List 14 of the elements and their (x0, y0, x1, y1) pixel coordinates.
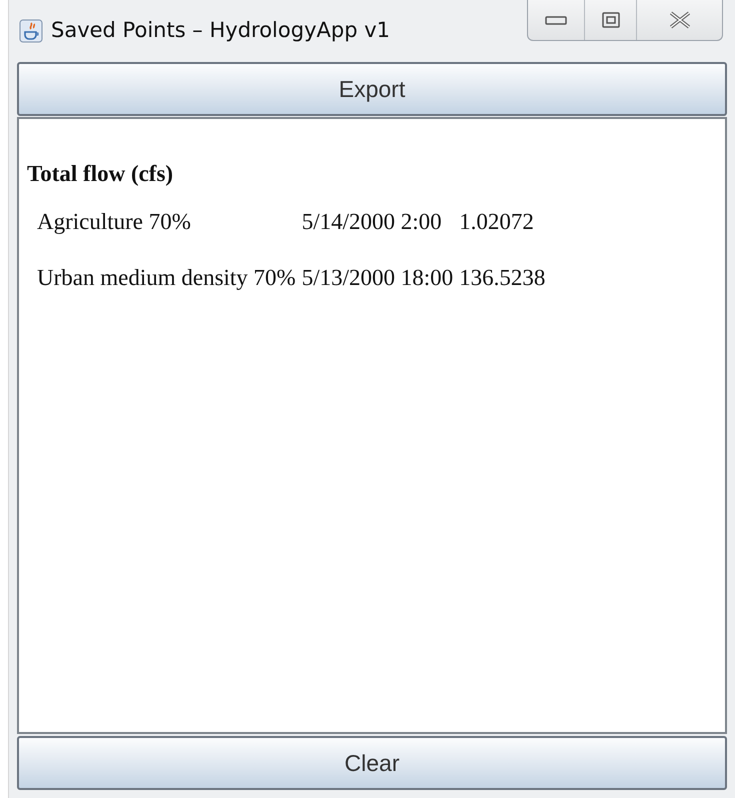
point-name: Urban medium density 70% (37, 264, 296, 292)
minimize-icon (544, 14, 568, 26)
flow-value: 136.5238 (459, 264, 546, 292)
java-app-icon (19, 19, 43, 43)
export-button[interactable]: Export (17, 62, 727, 116)
timestamp: 5/14/2000 2:00 (302, 208, 443, 236)
timestamp: 5/13/2000 18:00 (302, 264, 454, 292)
clear-button[interactable]: Clear (17, 736, 727, 790)
close-icon (668, 11, 692, 29)
flow-value: 1.02072 (459, 208, 535, 236)
point-name: Agriculture 70% (37, 208, 192, 236)
window-title: Saved Points – HydrologyApp v1 (51, 17, 390, 44)
section-heading: Total flow (cfs) (27, 160, 174, 188)
maximize-icon (602, 12, 620, 28)
